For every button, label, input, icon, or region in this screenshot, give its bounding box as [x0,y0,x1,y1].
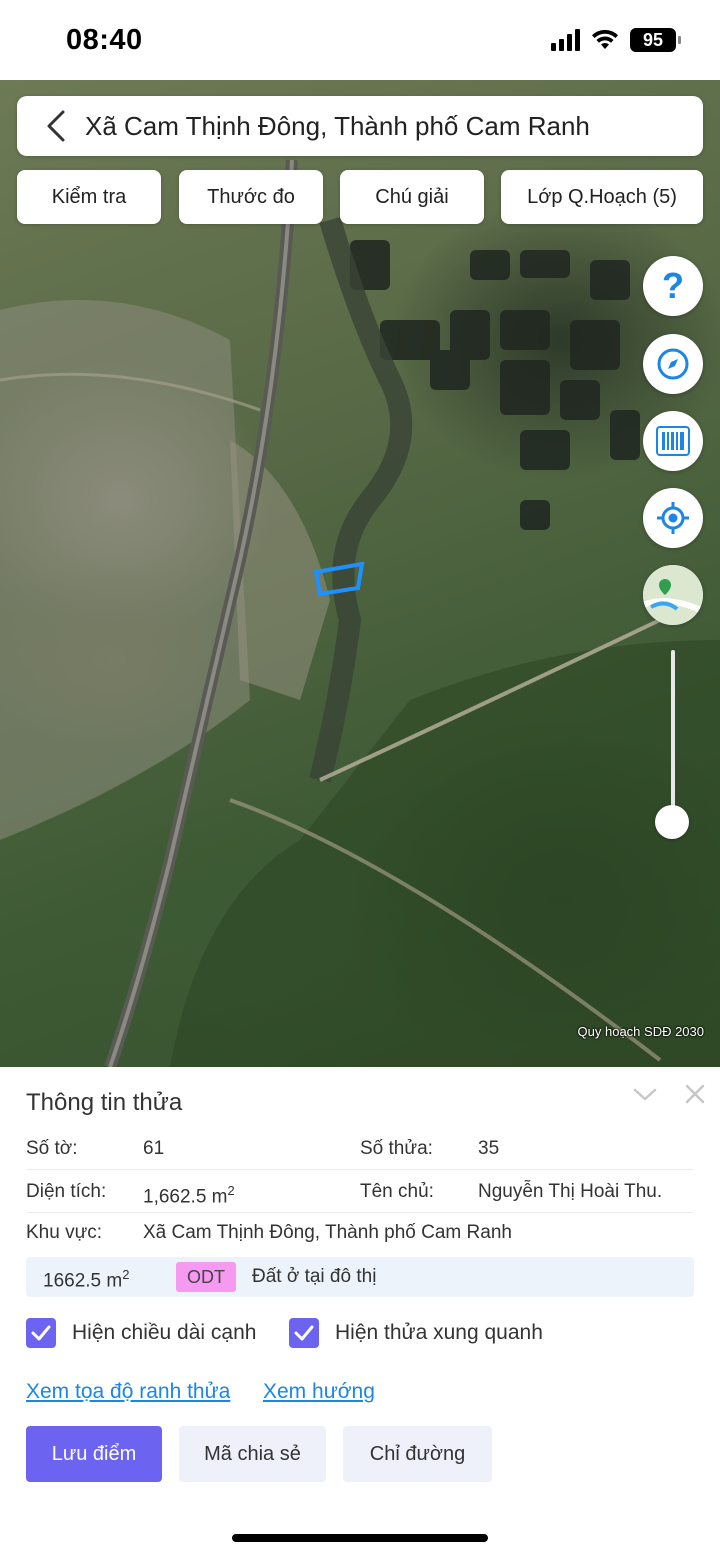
zoom-slider-track[interactable] [671,650,675,822]
measure-button[interactable]: Thước đo [179,170,323,224]
home-indicator[interactable] [232,1534,488,1542]
my-location-button[interactable] [643,488,703,548]
area-value: 1,662.5 m2 [143,1183,235,1208]
cellular-signal-icon [551,29,580,51]
back-chevron-icon[interactable] [31,96,81,156]
planning-layers-button[interactable]: Lớp Q.Hoạch (5) [501,170,703,224]
info-row-area-owner: Diện tích: 1,662.5 m2 Tên chủ: Nguyễn Th… [26,1169,694,1213]
compass-button[interactable] [643,334,703,394]
wifi-icon [592,29,618,49]
land-use-code-badge: ODT [176,1262,236,1292]
info-row-region: Khu vực: Xã Cam Thịnh Đông, Thành phố Ca… [26,1210,694,1254]
battery-icon: 95 [630,28,681,52]
satellite-map[interactable]: Quy hoạch SDĐ 2030 [0,80,720,1067]
land-use-row: 1662.5 m2 ODT Đất ở tại đô thị [26,1257,694,1297]
sheet-label: Số tờ: [26,1138,78,1159]
panel-title: Thông tin thửa [26,1089,183,1116]
show-edge-length-option[interactable]: Hiện chiều dài cạnh [26,1316,256,1350]
checkmark-icon [31,1325,51,1341]
map-layer-thumbnail-icon [643,565,703,625]
info-row-sheet-parcel: Số tờ: 61 Số thửa: 35 [26,1126,694,1170]
directions-button[interactable]: Chỉ đường [343,1426,492,1482]
show-neighbors-option[interactable]: Hiện thửa xung quanh [289,1316,543,1350]
close-icon[interactable] [684,1083,706,1105]
checkmark-icon [294,1325,314,1341]
region-value: Xã Cam Thịnh Đông, Thành phố Cam Ranh [143,1222,512,1243]
parcel-number-label: Số thửa: [360,1138,433,1159]
location-title[interactable]: Xã Cam Thịnh Đông, Thành phố Cam Ranh [85,111,590,142]
sheet-value: 61 [143,1138,165,1159]
land-use-area: 1662.5 m2 [43,1267,130,1292]
show-edge-length-label[interactable]: Hiện chiều dài cạnh [72,1321,256,1345]
status-time: 08:40 [66,24,143,56]
show-edge-length-checkbox[interactable] [26,1318,56,1348]
legend-button[interactable]: Chú giải [340,170,484,224]
status-icons: 95 [551,28,681,52]
barcode-scan-button[interactable] [643,411,703,471]
location-search-bar[interactable]: Xã Cam Thịnh Đông, Thành phố Cam Ranh [17,96,703,156]
map-imagery [0,159,720,1067]
locate-crosshair-icon [657,502,689,534]
region-label: Khu vực: [26,1222,103,1243]
parcel-info-panel: Thông tin thửa Số tờ: 61 Số thửa: 35 Diệ… [0,1067,720,1557]
collapse-chevron-icon[interactable] [632,1085,658,1105]
owner-value: Nguyễn Thị Hoài Thu. [478,1181,663,1202]
zoom-slider-handle[interactable] [655,805,689,839]
share-code-button[interactable]: Mã chia sẻ [179,1426,326,1482]
save-point-button[interactable]: Lưu điểm [26,1426,162,1482]
land-use-description: Đất ở tại đô thị [252,1266,377,1287]
barcode-icon [656,426,690,456]
owner-label: Tên chủ: [360,1181,434,1202]
check-button[interactable]: Kiểm tra [17,170,161,224]
area-label: Diện tích: [26,1181,107,1202]
map-watermark: Quy hoạch SDĐ 2030 [577,1024,704,1039]
view-direction-link[interactable]: Xem hướng [263,1380,375,1404]
compass-icon [657,348,689,380]
base-map-switch-button[interactable] [643,565,703,625]
status-bar: 08:40 95 [0,0,720,80]
help-icon: ? [662,265,684,306]
show-neighbors-checkbox[interactable] [289,1318,319,1348]
view-boundary-coords-link[interactable]: Xem tọa độ ranh thửa [26,1380,230,1404]
parcel-number-value: 35 [478,1138,500,1159]
show-neighbors-label[interactable]: Hiện thửa xung quanh [335,1321,543,1345]
help-button[interactable]: ? [643,256,703,316]
